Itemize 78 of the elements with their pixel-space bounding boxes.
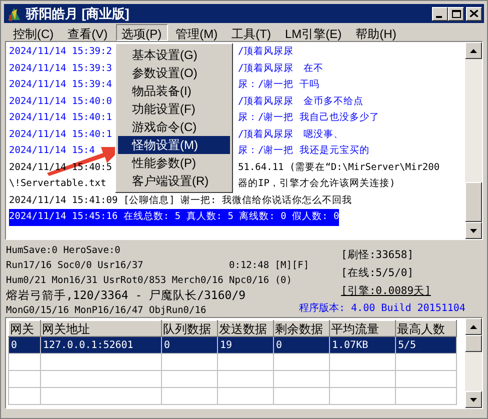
status-text: HumSave:0 HeroSave:0	[6, 244, 120, 258]
log-line: /顶着风尿尿 在不	[238, 62, 324, 76]
scroll-thumb[interactable]	[465, 182, 482, 222]
log-line: 2024/11/14 15:40:1	[9, 128, 113, 142]
menu-option[interactable]: 游戏命令(C)	[118, 118, 230, 136]
column-header[interactable]: 剩余数据	[274, 320, 330, 336]
app-icon	[6, 6, 22, 22]
log-line: 2024/11/14 15:39:4	[9, 78, 113, 92]
menu-option[interactable]: 参数设置(O)	[118, 64, 230, 82]
scroll-down-button[interactable]	[465, 222, 482, 239]
scroll-up-button[interactable]	[465, 42, 482, 59]
log-line: 2024/11/14 15:41:09 [公聊信息] 谢一把: 我微信给你说话你怎么不回我	[9, 194, 352, 208]
log-line: 2024/11/14 15:4	[9, 144, 96, 158]
down-arrow-icon	[470, 228, 477, 232]
scrollbar[interactable]	[465, 318, 482, 408]
column-header[interactable]: 最高人数	[396, 320, 456, 336]
log-line: 尿：/谢一把 我自己也没多少了	[238, 111, 380, 125]
table-cell: 0	[162, 336, 218, 354]
menu-option[interactable]: 性能参数(P)	[118, 154, 230, 172]
column-header[interactable]: 平均流量	[330, 320, 396, 336]
log-line: \!Servertable.txt	[9, 177, 108, 191]
menu-item[interactable]: LM引擎(E)	[279, 24, 348, 40]
table-cell: 1.07KB	[330, 336, 396, 354]
menu-option[interactable]: 客户端设置(R)	[118, 172, 230, 190]
maximize-icon	[452, 10, 460, 18]
up-arrow-icon	[470, 324, 477, 328]
scroll-thumb[interactable]	[465, 335, 482, 352]
log-line: 2024/11/14 15:40:0	[9, 94, 113, 108]
window-title: 骄阳皓月 [商业版]	[26, 4, 130, 23]
counter-text: [在线:5/5/0]	[341, 266, 414, 281]
status-text: Hum0/21 Mon16/31 UsrRot0/853 Merch0/16 Npc0/16 (0)	[6, 274, 292, 288]
counter-text: [刷怪:33658]	[341, 248, 414, 263]
log-line: 51.64.11 (需要在“D:\MirServer\Mir200	[238, 160, 440, 174]
scroll-down-button[interactable]	[465, 391, 482, 408]
server-time: 0:12:48 [M][F]	[229, 259, 310, 273]
log-line: 尿：/谢一把 干吗	[238, 78, 320, 92]
menu-item[interactable]: 帮助(H)	[350, 24, 402, 40]
log-line: 2024/11/14 15:39:3	[9, 62, 113, 76]
close-icon	[470, 10, 478, 17]
up-arrow-icon	[470, 48, 477, 52]
menu-item[interactable]: 控制(C)	[7, 24, 60, 40]
status-text: MonG0/15/16 MonP16/16/47 ObjRun0/16	[6, 304, 206, 318]
log-line: /顶着风尿尿 嗯没事、	[238, 128, 344, 142]
table-cell: 127.0.0.1:52601	[40, 336, 162, 354]
table-cell: 0	[8, 336, 40, 354]
log-line: 2024/11/14 15:40:5	[9, 160, 113, 174]
counter-text: [引擎:0.0089天]	[341, 284, 431, 299]
table-cell: 0	[274, 336, 330, 354]
table-cell: 19	[218, 336, 274, 354]
scroll-up-button[interactable]	[465, 318, 482, 335]
column-header[interactable]: 发送数据	[218, 320, 274, 336]
menu-item[interactable]: 工具(T)	[226, 24, 277, 40]
column-header[interactable]: 网关	[8, 320, 40, 336]
status-text: 熔岩弓箭手,120/3364 - 尸魔队长/3160/9	[6, 288, 246, 303]
scrollbar[interactable]	[465, 42, 482, 239]
menu-option[interactable]: 功能设置(F)	[118, 100, 230, 118]
menu-option[interactable]: 怪物设置(M)	[118, 136, 230, 154]
version-text: 程序版本: 4.00 Build 20151104	[299, 302, 466, 316]
log-line: 尿：/谢一把 我还是元宝买的	[238, 144, 370, 158]
menu-option[interactable]: 物品装备(I)	[118, 82, 230, 100]
log-line: 器的IP，引擎才会允许该网关连接)	[238, 177, 396, 191]
menu-item[interactable]: 查看(V)	[62, 24, 114, 40]
log-line: /顶着风尿尿 金币多不给点	[238, 94, 364, 108]
status-text: Run17/16 Soc0/0 Usr16/37	[6, 259, 144, 273]
menu-item[interactable]: 管理(M)	[170, 24, 224, 40]
minimize-button[interactable]	[432, 6, 448, 20]
close-button[interactable]	[466, 6, 482, 20]
column-header[interactable]: 网关地址	[40, 320, 162, 336]
log-line: 2024/11/14 15:39:2	[9, 45, 113, 59]
table-cell: 5/5	[396, 336, 456, 354]
minimize-icon	[436, 16, 444, 18]
down-arrow-icon	[470, 398, 477, 402]
log-line: 2024/11/14 15:40:1	[9, 111, 113, 125]
menu-option[interactable]: 基本设置(G)	[118, 46, 230, 64]
log-line: /顶着风尿尿	[238, 45, 294, 59]
column-header[interactable]: 队列数据	[162, 320, 218, 336]
menu-item[interactable]: 选项(P)	[116, 24, 168, 40]
maximize-button[interactable]	[448, 6, 464, 20]
